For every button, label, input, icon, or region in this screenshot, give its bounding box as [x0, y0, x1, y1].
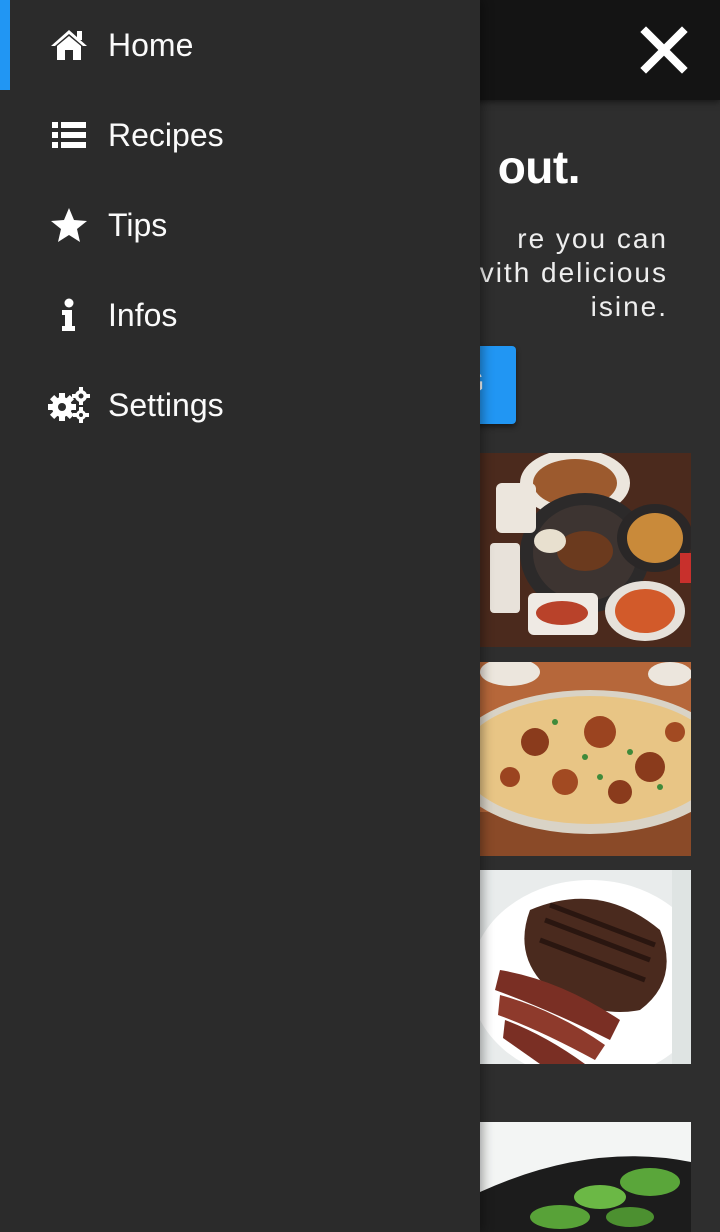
drawer-item-infos[interactable]: Infos	[0, 270, 480, 360]
drawer-item-label: Infos	[108, 297, 178, 333]
star-icon	[48, 205, 90, 245]
drawer-item-label: Tips	[108, 207, 168, 243]
close-icon	[640, 26, 688, 74]
drawer-item-label: Recipes	[108, 117, 224, 153]
close-button[interactable]	[636, 22, 692, 78]
gears-icon	[48, 385, 90, 425]
drawer-item-label: Home	[108, 27, 194, 63]
drawer-item-recipes[interactable]: Recipes	[0, 90, 480, 180]
navigation-drawer: Home Recipes Tips Infos Settings	[0, 0, 480, 1232]
drawer-item-tips[interactable]: Tips	[0, 180, 480, 270]
info-icon	[48, 295, 90, 335]
drawer-item-label: Settings	[108, 387, 224, 423]
drawer-item-settings[interactable]: Settings	[0, 360, 480, 450]
list-icon	[48, 115, 90, 155]
home-icon	[48, 25, 90, 65]
drawer-item-home[interactable]: Home	[0, 0, 480, 90]
